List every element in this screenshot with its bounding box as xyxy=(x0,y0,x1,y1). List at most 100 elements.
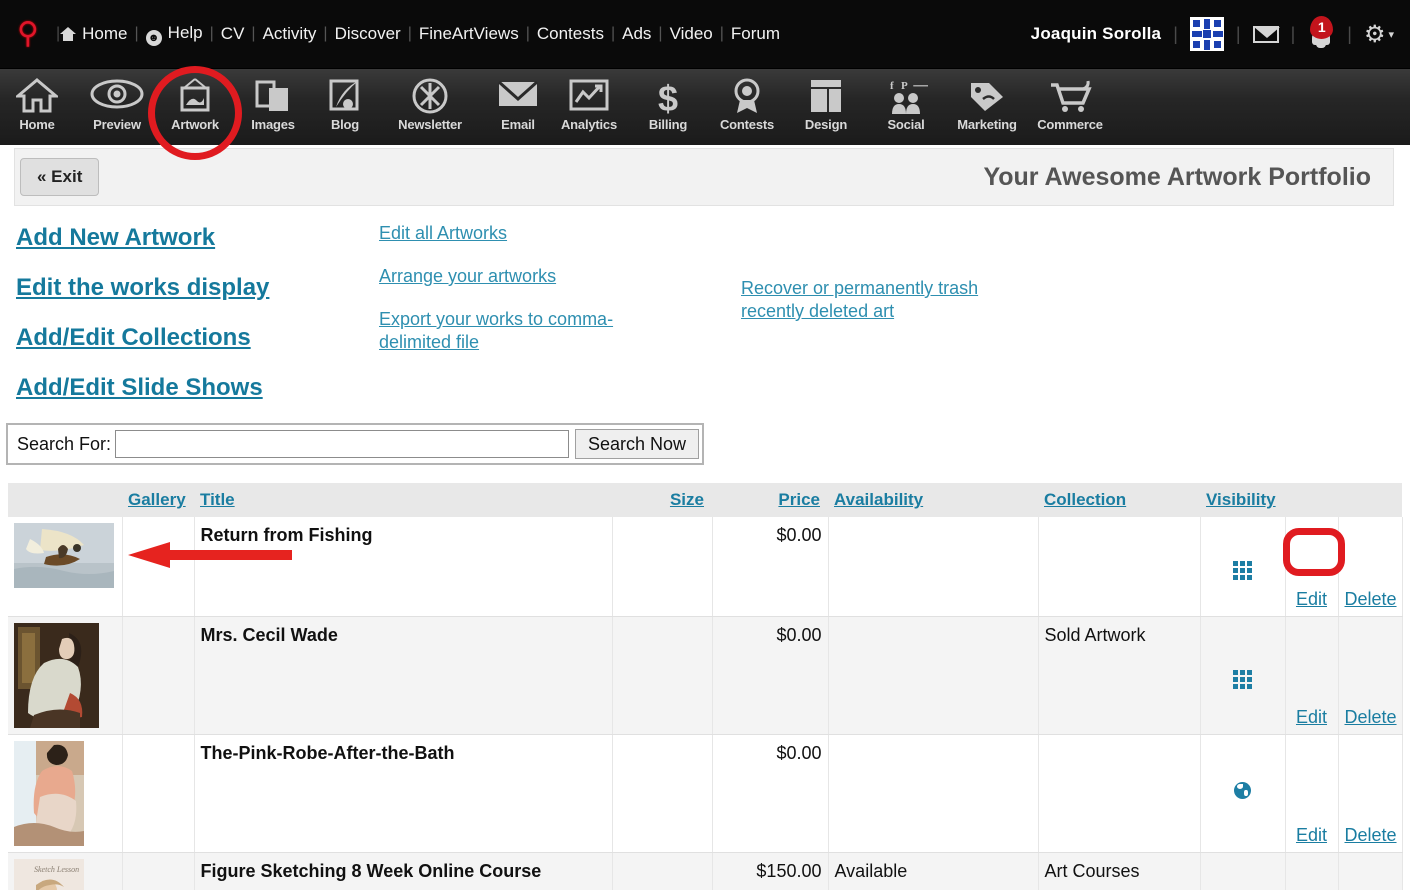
sort-visibility[interactable]: Visibility xyxy=(1206,490,1276,509)
cell-edit[interactable]: Edit xyxy=(1285,517,1339,617)
mail-icon[interactable] xyxy=(1252,25,1280,43)
search-input[interactable] xyxy=(115,430,569,458)
cell-edit[interactable]: Edit xyxy=(1285,852,1339,890)
site-logo[interactable]: ⚲ xyxy=(0,19,56,49)
nav-item-billing[interactable]: $ Billing xyxy=(634,69,702,146)
primary-links: Add New Artwork Edit the works display A… xyxy=(16,224,356,424)
cell-visibility[interactable] xyxy=(1200,616,1286,735)
avatar[interactable] xyxy=(1189,17,1224,51)
notifications-button[interactable]: 1 xyxy=(1307,16,1335,51)
cell-thumbnail[interactable]: Sketch Lesson Figure Sketching xyxy=(8,852,123,890)
cell-visibility[interactable] xyxy=(1200,734,1286,853)
delete-link[interactable]: Delete xyxy=(1345,825,1397,845)
username-label: Joaquin Sorolla xyxy=(1030,24,1162,43)
shopping-cart-icon xyxy=(1022,69,1118,117)
link-add-edit-collections[interactable]: Add/Edit Collections xyxy=(16,324,356,352)
cell-thumbnail[interactable] xyxy=(8,734,123,853)
fleur-de-lis-logo: ⚲ xyxy=(17,16,39,51)
tertiary-links: Recover or permanently trash recently de… xyxy=(741,277,1031,323)
nav-item-design[interactable]: Design xyxy=(790,69,862,146)
cell-collection: Art Courses xyxy=(1038,852,1201,890)
dollar-icon: $ xyxy=(657,78,679,119)
search-now-button[interactable]: Search Now xyxy=(574,429,699,459)
divider: | xyxy=(525,25,530,42)
nav-item-artwork[interactable]: Artwork xyxy=(160,69,230,146)
link-arrange-your-artworks[interactable]: Arrange your artworks xyxy=(379,265,679,288)
top-nav-cv[interactable]: CV xyxy=(221,24,245,44)
divider: | xyxy=(407,25,412,42)
edit-link[interactable]: Edit xyxy=(1296,707,1327,727)
exit-button[interactable]: « Exit xyxy=(20,158,100,196)
nav-item-images[interactable]: Images xyxy=(230,69,316,146)
nav-item-preview[interactable]: Preview xyxy=(74,69,160,146)
top-nav-help-label: Help xyxy=(167,22,203,42)
nav-item-analytics[interactable]: Analytics xyxy=(550,69,628,146)
edit-link[interactable]: Edit xyxy=(1296,825,1327,845)
sort-availability[interactable]: Availability xyxy=(834,490,923,509)
delete-link[interactable]: Delete xyxy=(1345,589,1397,609)
th-collection: Collection xyxy=(1038,483,1200,517)
th-title: Title xyxy=(194,483,612,517)
cell-price: $0.00 xyxy=(712,517,829,617)
cell-edit[interactable]: Edit xyxy=(1285,616,1339,735)
top-nav-activity[interactable]: Activity xyxy=(263,24,317,44)
secondary-links: Edit all Artworks Arrange your artworks … xyxy=(379,222,679,374)
nav-item-marketing[interactable]: Marketing xyxy=(942,69,1032,146)
cell-thumbnail[interactable] xyxy=(8,616,123,735)
cell-delete[interactable]: Delete xyxy=(1338,517,1403,617)
main-icon-nav: Home Preview Artwork Images Blog Newslet… xyxy=(0,68,1410,193)
artwork-table-wrapper: Gallery Title Size Price Availability Co… xyxy=(8,483,1403,890)
nav-item-preview-label: Preview xyxy=(93,117,141,132)
cell-thumbnail[interactable] xyxy=(8,517,123,617)
table-row[interactable]: Return from Fishing $0.00 Edit Delete xyxy=(8,517,1403,617)
table-row[interactable]: Sketch Lesson Figure Sketching Figure Sk… xyxy=(8,852,1403,890)
link-edit-all-artworks[interactable]: Edit all Artworks xyxy=(379,222,679,245)
top-nav-home[interactable]: Home xyxy=(60,24,128,44)
delete-link[interactable]: Delete xyxy=(1345,707,1397,727)
top-nav-forum[interactable]: Forum xyxy=(731,24,780,44)
divider: | xyxy=(1235,23,1241,44)
sort-collection[interactable]: Collection xyxy=(1044,490,1126,509)
scissors-icon xyxy=(374,69,486,117)
nav-item-email[interactable]: Email xyxy=(486,69,550,146)
table-row[interactable]: Mrs. Cecil Wade $0.00 Sold Artwork Edit … xyxy=(8,616,1403,735)
link-add-edit-slide-shows[interactable]: Add/Edit Slide Shows xyxy=(16,374,356,402)
link-edit-works-display[interactable]: Edit the works display xyxy=(16,274,356,302)
page-title: Your Awesome Artwork Portfolio xyxy=(983,162,1371,191)
link-recover-deleted-art[interactable]: Recover or permanently trash recently de… xyxy=(741,277,1031,323)
cell-visibility[interactable] xyxy=(1200,517,1286,617)
page-header: « Exit Your Awesome Artwork Portfolio xyxy=(14,148,1394,206)
top-nav-contests[interactable]: Contests xyxy=(537,24,604,44)
cell-availability: Available xyxy=(828,852,1039,890)
cell-visibility[interactable] xyxy=(1200,852,1286,890)
sort-gallery[interactable]: Gallery xyxy=(128,490,186,509)
top-nav-discover[interactable]: Discover xyxy=(335,24,401,44)
top-nav-help[interactable]: ☻ Help xyxy=(145,22,203,46)
cell-edit[interactable]: Edit xyxy=(1285,734,1339,853)
nav-item-newsletter[interactable]: Newsletter xyxy=(374,69,486,146)
edit-link[interactable]: Edit xyxy=(1296,589,1327,609)
top-nav-fineartviews[interactable]: FineArtViews xyxy=(419,24,519,44)
link-export-works-csv[interactable]: Export your works to comma-delimited fil… xyxy=(379,308,679,354)
cell-delete[interactable]: Delete xyxy=(1338,852,1403,890)
nav-item-home[interactable]: Home xyxy=(2,69,72,146)
cell-delete[interactable]: Delete xyxy=(1338,616,1403,735)
artwork-thumbnail xyxy=(14,740,84,846)
sort-price[interactable]: Price xyxy=(778,490,820,509)
nav-item-contests[interactable]: Contests xyxy=(704,69,790,146)
settings-menu-button[interactable]: ⚙ ▾ xyxy=(1364,22,1394,46)
top-nav-ads[interactable]: Ads xyxy=(622,24,651,44)
divider: | xyxy=(134,25,139,42)
sort-title[interactable]: Title xyxy=(200,490,235,509)
nav-item-commerce[interactable]: Commerce xyxy=(1022,69,1118,146)
link-add-new-artwork[interactable]: Add New Artwork xyxy=(16,224,356,252)
table-row[interactable]: The-Pink-Robe-After-the-Bath $0.00 Edit … xyxy=(8,734,1403,853)
top-nav-video[interactable]: Video xyxy=(670,24,713,44)
nav-item-social[interactable]: fP ⸺ Social xyxy=(870,69,942,146)
sort-size[interactable]: Size xyxy=(670,490,704,509)
cell-title: Figure Sketching 8 Week Online Course xyxy=(194,852,613,890)
artwork-table-body: Return from Fishing $0.00 Edit Delete Mr… xyxy=(8,517,1403,890)
nav-item-blog[interactable]: Blog xyxy=(316,69,374,146)
cell-delete[interactable]: Delete xyxy=(1338,734,1403,853)
price-tag-icon xyxy=(942,69,1032,117)
